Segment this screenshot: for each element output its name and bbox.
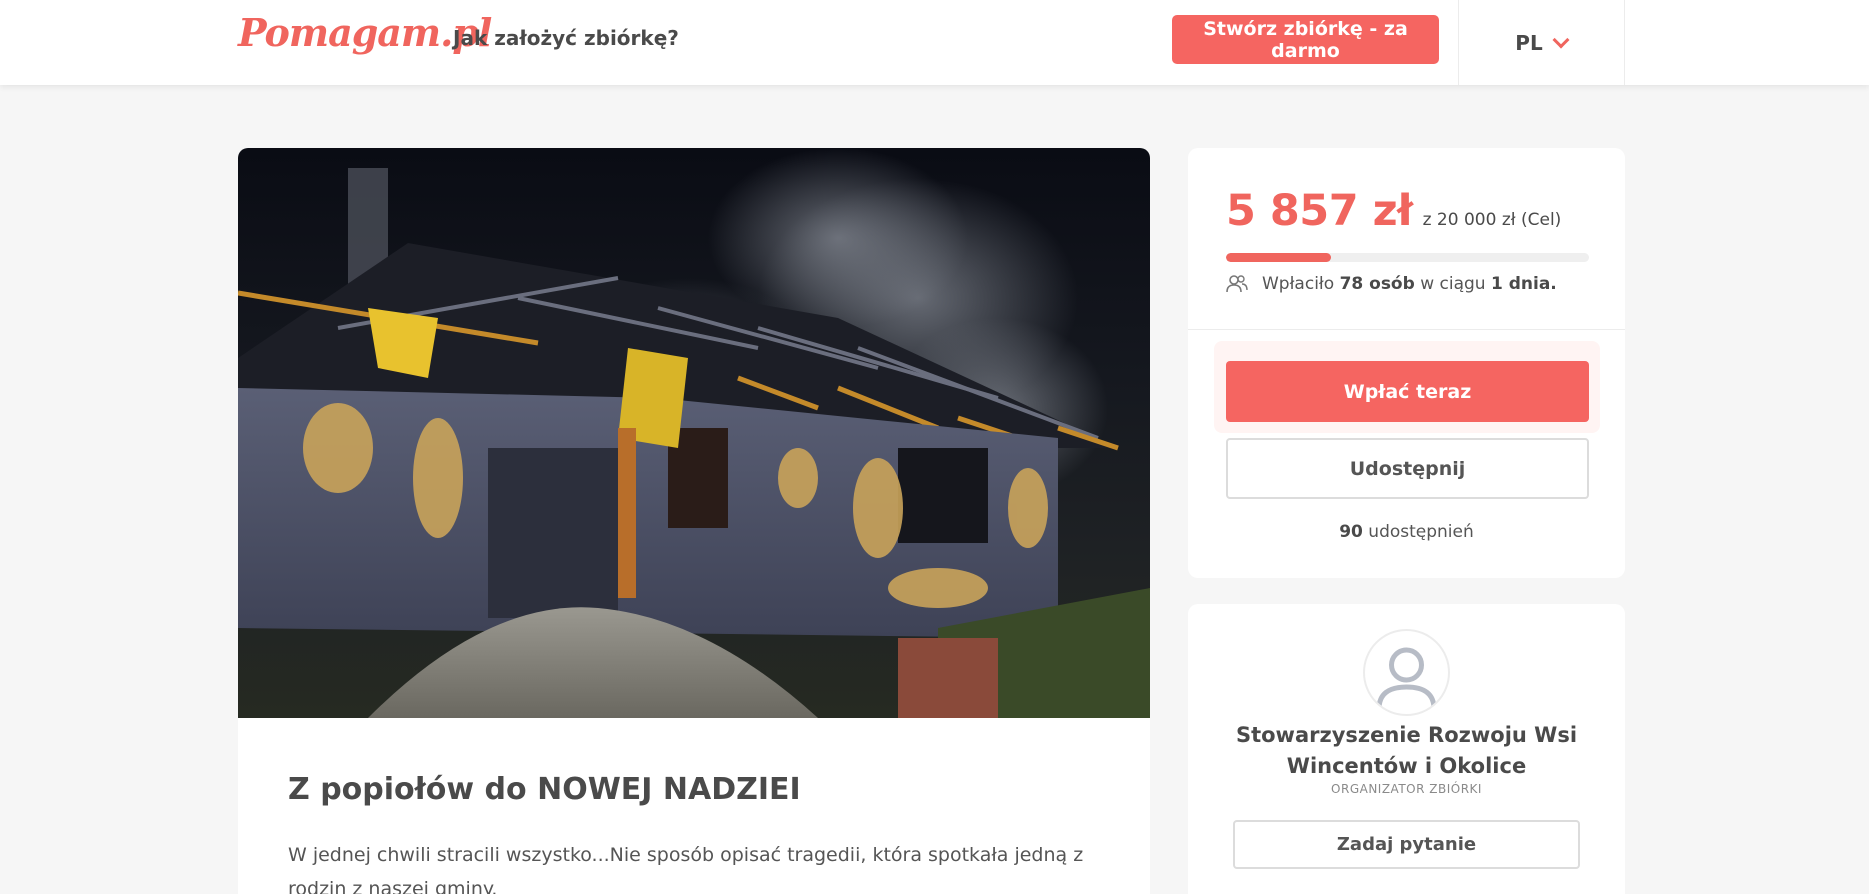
donors-count: 78 osób [1339,274,1415,294]
organizer-name[interactable]: Stowarzyszenie Rozwoju Wsi Wincentów i O… [1188,720,1625,782]
shares-number: 90 [1339,522,1363,542]
progress-bar [1226,253,1589,262]
people-icon [1226,275,1248,293]
donors-mid: w ciągu [1420,274,1486,294]
language-selector[interactable]: PL [1458,0,1624,85]
language-label: PL [1515,30,1543,55]
organizer-card: Stowarzyszenie Rozwoju Wsi Wincentów i O… [1188,604,1625,894]
campaign-description: W jednej chwili stracili wszystko...Nie … [288,844,1084,894]
donors-text: Wpłaciło 78 osób w ciągu 1 dnia. [1262,274,1557,294]
create-fundraiser-button[interactable]: Stwórz zbiórkę - za darmo [1172,15,1439,64]
card-divider [1188,329,1625,330]
campaign-card: Z popiołów do NOWEJ NADZIEI W jednej chw… [238,148,1150,894]
top-navbar: Pomagam.pl Jak założyć zbiórkę? Stwórz z… [0,0,1869,85]
funding-card: 5 857 zł z 20 000 zł (Cel) Wpłaciło 78 o… [1188,148,1625,578]
burned-house-illustration [238,148,1150,718]
organizer-role: ORGANIZATOR ZBIÓRKI [1331,782,1482,796]
chevron-down-icon [1552,31,1570,48]
shares-count: 90 udostępnień [1188,522,1625,542]
progress-fill [1226,253,1332,262]
share-button[interactable]: Udostępnij [1226,438,1589,499]
shares-label: udostępnień [1368,522,1474,542]
donors-prefix: Wpłaciło [1262,274,1335,294]
donors-period: 1 dnia. [1490,274,1557,294]
user-icon [1376,647,1437,710]
campaign-photo[interactable] [238,148,1150,718]
campaign-title: Z popiołów do NOWEJ NADZIEI [288,772,801,807]
goal-amount: z 20 000 zł (Cel) [1422,210,1562,230]
how-to-create-link[interactable]: Jak założyć zbiórkę? [453,26,679,50]
amount-row: 5 857 zł z 20 000 zł (Cel) [1226,186,1561,236]
avatar[interactable] [1363,629,1450,716]
raised-amount: 5 857 zł [1226,186,1413,236]
donate-button[interactable]: Wpłać teraz [1226,361,1589,422]
donors-info: Wpłaciło 78 osób w ciągu 1 dnia. [1226,274,1557,294]
header-divider-right [1624,0,1625,85]
ask-question-button[interactable]: Zadaj pytanie [1233,820,1580,869]
